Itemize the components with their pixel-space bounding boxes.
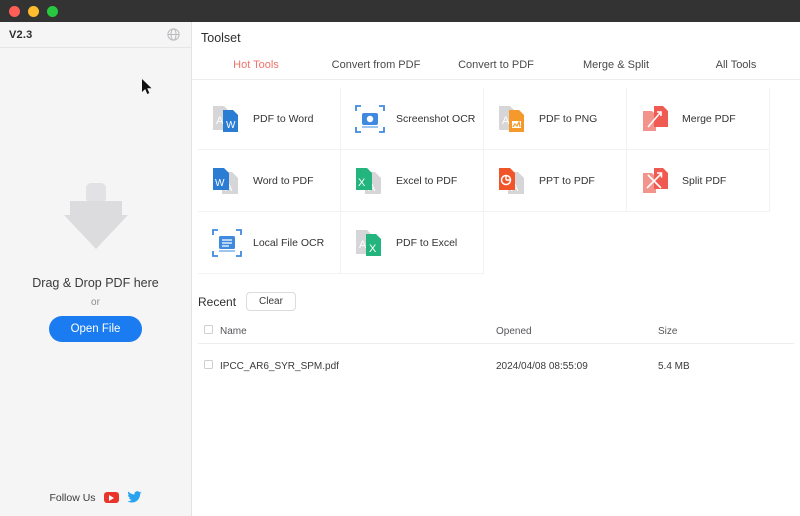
tool-grid-spacer: [627, 212, 770, 274]
download-arrow-icon: [56, 182, 136, 256]
traffic-lights: [9, 5, 58, 17]
tool-card-pdf-to-png[interactable]: A PDF to PNG: [484, 88, 627, 150]
tool-card-label: PDF to PNG: [539, 112, 598, 125]
sidebar-header: V2.3: [0, 22, 191, 48]
title-bar: [0, 0, 800, 22]
svg-text:A: A: [359, 239, 367, 251]
tool-card-split-pdf[interactable]: Split PDF: [627, 150, 770, 212]
minimize-button[interactable]: [28, 5, 39, 17]
tab-hot-tools[interactable]: Hot Tools: [196, 54, 316, 79]
tool-card-ppt-to-pdf[interactable]: A PPT to PDF: [484, 150, 627, 212]
row-opened: 2024/04/08 08:55:09: [496, 360, 588, 372]
tool-grid-row: Local File OCR A X PDF to Excel: [198, 212, 794, 274]
tool-card-local-file-ocr[interactable]: Local File OCR: [198, 212, 341, 274]
tool-card-label: Split PDF: [682, 174, 727, 187]
drop-zone-text: Drag & Drop PDF here: [32, 275, 159, 290]
tool-card-label: Local File OCR: [253, 236, 325, 249]
sidebar: V2.3 Drag & Drop PDF here or Open File F…: [0, 22, 192, 516]
pdf-to-excel-icon: A X: [353, 226, 387, 260]
twitter-icon[interactable]: [126, 491, 142, 504]
page-title: Toolset: [201, 31, 241, 45]
app-window: V2.3 Drag & Drop PDF here or Open File F…: [0, 0, 800, 516]
tool-grid-spacer: [484, 212, 627, 274]
tool-card-label: PPT to PDF: [539, 174, 595, 187]
tab-merge-split[interactable]: Merge & Split: [556, 54, 676, 79]
tool-card-word-to-pdf[interactable]: A W Word to PDF: [198, 150, 341, 212]
table-header-row: Name Opened Size: [198, 321, 794, 344]
svg-text:A: A: [502, 115, 510, 127]
recent-header: Recent Clear: [192, 274, 800, 311]
follow-us: Follow Us: [0, 491, 191, 504]
table-row[interactable]: IPCC_AR6_SYR_SPM.pdf 2024/04/08 08:55:09…: [198, 344, 794, 373]
row-checkbox[interactable]: [204, 360, 213, 369]
select-all-checkbox[interactable]: [204, 325, 213, 334]
pdf-to-word-icon: A W: [210, 102, 244, 136]
svg-text:W: W: [226, 120, 236, 131]
local-file-ocr-icon: [210, 226, 244, 260]
svg-text:A: A: [216, 115, 224, 127]
pdf-to-png-icon: A: [496, 102, 530, 136]
tab-convert-from-pdf[interactable]: Convert from PDF: [316, 54, 436, 79]
tool-grid: A W PDF to Word Screenshot OCR A PDF to …: [192, 80, 800, 274]
tab-all-tools[interactable]: All Tools: [676, 54, 796, 79]
main-panel: Toolset Hot Tools Convert from PDF Conve…: [192, 22, 800, 516]
column-header-name[interactable]: Name: [220, 321, 496, 344]
ppt-to-pdf-icon: A: [496, 164, 530, 198]
maximize-button[interactable]: [47, 5, 58, 17]
version-label: V2.3: [9, 28, 33, 41]
tool-card-merge-pdf[interactable]: Merge PDF: [627, 88, 770, 150]
recent-title: Recent: [198, 294, 237, 309]
merge-pdf-icon: [639, 102, 673, 136]
svg-text:X: X: [358, 177, 366, 189]
tool-card-label: Screenshot OCR: [396, 112, 476, 125]
tool-card-label: PDF to Word: [253, 112, 314, 125]
split-pdf-icon: [639, 164, 673, 198]
screenshot-ocr-icon: [353, 102, 387, 136]
row-file-name: IPCC_AR6_SYR_SPM.pdf: [220, 360, 339, 372]
tool-card-pdf-to-word[interactable]: A W PDF to Word: [198, 88, 341, 150]
word-to-pdf-icon: A W: [210, 164, 244, 198]
follow-us-label: Follow Us: [49, 491, 96, 504]
globe-icon[interactable]: [166, 27, 181, 42]
youtube-icon[interactable]: [103, 492, 119, 503]
close-button[interactable]: [9, 5, 20, 17]
select-all-cell: [198, 321, 220, 344]
tool-grid-row: A W PDF to Word Screenshot OCR A PDF to …: [198, 88, 794, 150]
tool-grid-row: A W Word to PDF A: [198, 150, 794, 212]
recent-table: Name Opened Size IPCC_AR6_SYR_SPM.pdf 20…: [198, 321, 794, 372]
row-select-cell: [198, 344, 220, 373]
tab-convert-to-pdf[interactable]: Convert to PDF: [436, 54, 556, 79]
tool-card-excel-to-pdf[interactable]: A X Excel to PDF: [341, 150, 484, 212]
tool-card-label: Excel to PDF: [396, 174, 458, 187]
drop-zone[interactable]: Drag & Drop PDF here or Open File: [0, 48, 191, 516]
or-separator: or: [91, 296, 100, 308]
tool-card-screenshot-ocr[interactable]: Screenshot OCR: [341, 88, 484, 150]
clear-recent-button[interactable]: Clear: [246, 292, 296, 311]
tool-card-label: Merge PDF: [682, 112, 736, 125]
svg-text:X: X: [369, 243, 377, 255]
tool-card-pdf-to-excel[interactable]: A X PDF to Excel: [341, 212, 484, 274]
open-file-button[interactable]: Open File: [48, 315, 143, 342]
excel-to-pdf-icon: A X: [353, 164, 387, 198]
tool-card-label: Word to PDF: [253, 174, 314, 187]
column-header-opened[interactable]: Opened: [496, 321, 658, 344]
row-size: 5.4 MB: [658, 360, 690, 372]
toolset-tabs: Hot Tools Convert from PDF Convert to PD…: [192, 54, 800, 80]
column-header-size[interactable]: Size: [658, 321, 794, 344]
svg-text:W: W: [215, 178, 225, 189]
tool-card-label: PDF to Excel: [396, 236, 458, 249]
